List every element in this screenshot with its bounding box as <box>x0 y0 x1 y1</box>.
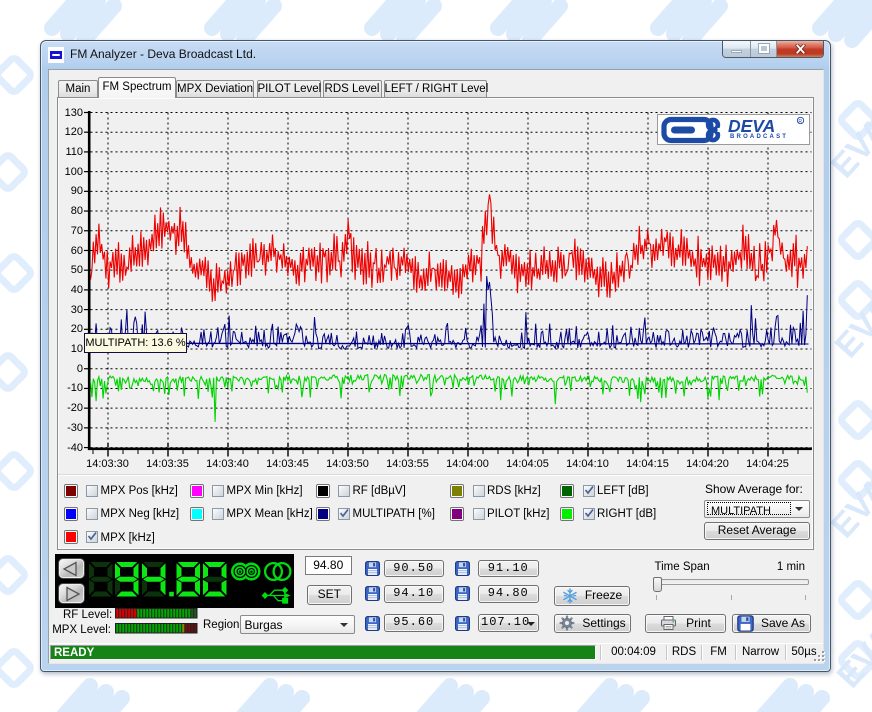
svg-text:EVA: EVA <box>830 620 872 696</box>
svg-text:BROADCAST: BROADCAST <box>730 134 788 140</box>
svg-text:EVA: EVA <box>828 290 872 366</box>
svg-text:R: R <box>798 119 802 125</box>
svg-text:DEVA: DEVA <box>728 116 775 136</box>
